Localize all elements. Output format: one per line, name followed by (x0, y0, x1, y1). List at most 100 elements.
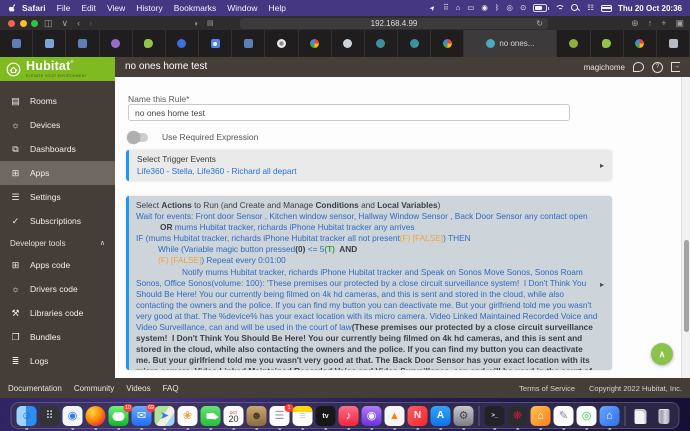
dock-notes-icon[interactable]: ≡ (293, 406, 313, 427)
dock-system-settings-icon[interactable]: ⚙ (454, 406, 474, 427)
spotlight-icon[interactable] (571, 4, 580, 13)
dock-trash-icon[interactable] (654, 406, 674, 427)
battery-icon[interactable] (533, 4, 547, 12)
footer-link-videos[interactable]: Videos (126, 384, 150, 393)
chevron-down-icon[interactable]: ∨ (62, 19, 69, 28)
tab[interactable] (657, 30, 690, 57)
user-name[interactable]: magichome (584, 63, 625, 72)
tab[interactable] (33, 30, 66, 57)
sidebar-item-drivers-code[interactable]: ☼Drivers code (0, 277, 115, 301)
sidebar-icon[interactable]: ◫ (44, 19, 53, 28)
tab[interactable] (431, 30, 464, 57)
dock-music-icon[interactable]: ♪ (339, 406, 359, 427)
scroll-to-top-button[interactable]: ∧ (651, 343, 673, 365)
zoom-window-button[interactable] (31, 20, 38, 27)
logout-icon[interactable]: → (671, 62, 680, 72)
sidebar-item-logs[interactable]: ≣Logs (0, 349, 115, 373)
dock-safari-icon[interactable]: ◉ (63, 406, 83, 427)
dock-terminal-icon[interactable]: >_ (485, 406, 505, 427)
menu-item-safari[interactable]: Safari (22, 3, 46, 13)
developer-tools-header[interactable]: Developer tools ∧ (0, 233, 115, 253)
home-icon[interactable]: ⌂ (456, 4, 461, 12)
footer-text[interactable]: Copyright 2022 Hubitat, Inc. (589, 384, 682, 393)
tab[interactable] (199, 30, 232, 57)
share-icon[interactable]: ↑ (648, 19, 653, 28)
help-icon[interactable]: ? (652, 62, 663, 73)
sidebar-item-rooms[interactable]: ▤Rooms (0, 89, 115, 113)
tab-overview-icon[interactable]: ▣ (675, 19, 684, 28)
dock-raspberry-pi-icon[interactable]: ❋ (508, 406, 528, 427)
menu-item-edit[interactable]: Edit (81, 3, 96, 13)
close-window-button[interactable] (8, 20, 15, 27)
sidebar-item-apps-code[interactable]: ⊞Apps code (0, 253, 115, 277)
dock-facetime-icon[interactable] (201, 406, 221, 427)
tab[interactable] (624, 30, 657, 57)
tab[interactable] (66, 30, 99, 57)
download-icon[interactable]: ⊕ (631, 19, 639, 28)
location-icon[interactable]: ➤ (429, 3, 438, 12)
dock-messages-icon[interactable]: 10 (109, 406, 129, 427)
menu-item-help[interactable]: Help (268, 3, 285, 13)
footer-text[interactable]: Terms of Service (519, 384, 575, 393)
dock-firefox-icon[interactable] (86, 406, 106, 427)
keyboard-brightness-icon[interactable]: ⠿ (443, 4, 449, 12)
dock-news-icon[interactable]: N (408, 406, 428, 427)
display-icon[interactable]: ▭ (467, 4, 474, 12)
forward-icon[interactable]: › (89, 19, 92, 28)
dock-apple-tv-icon[interactable]: tv (316, 406, 336, 427)
page-icon[interactable]: ▤ (207, 19, 214, 27)
new-tab-icon[interactable]: + (661, 19, 666, 28)
eye-icon[interactable]: ◎ (506, 4, 513, 12)
menu-clock[interactable]: Thu 20 Oct 20:36 (618, 4, 682, 13)
privacy-shield-icon[interactable]: ◑ (193, 19, 198, 28)
dock-maps-icon[interactable]: ➤ (155, 406, 175, 427)
tab[interactable] (557, 30, 590, 57)
tab[interactable] (0, 30, 33, 57)
footer-link-documentation[interactable]: Documentation (8, 384, 62, 393)
trigger-events-section[interactable]: Select Trigger Events Life360 - Stella, … (126, 150, 612, 181)
sidebar-item-dashboards[interactable]: ⧉Dashboards (0, 137, 115, 161)
keyboard-input-icon[interactable]: ☷ (587, 4, 594, 12)
tab[interactable] (299, 30, 332, 57)
menu-item-window[interactable]: Window (227, 3, 257, 13)
dock-finder-icon[interactable]: ☺ (17, 406, 37, 427)
dock-find-my-icon[interactable]: ◎ (577, 406, 597, 427)
dock-vlc-icon[interactable]: ▲ (385, 406, 405, 427)
bluetooth-icon[interactable]: ᛒ (495, 4, 500, 12)
dock-mail-icon[interactable]: ✉69 (132, 406, 152, 427)
dock-contacts-icon[interactable]: ☻ (247, 406, 267, 427)
tab[interactable] (232, 30, 265, 57)
record-icon[interactable]: ⊙ (520, 4, 526, 12)
dock-photos-icon[interactable]: ❀ (178, 406, 198, 427)
menu-item-bookmarks[interactable]: Bookmarks (174, 3, 217, 13)
tab[interactable] (166, 30, 199, 57)
page-scrollbar[interactable] (681, 77, 690, 378)
dock-textedit-icon[interactable]: ✎ (554, 406, 574, 427)
footer-link-faq[interactable]: FAQ (163, 384, 179, 393)
apple-menu-icon[interactable] (8, 3, 18, 14)
tab[interactable] (591, 30, 624, 57)
dock-home-icon[interactable]: ⌂ (531, 406, 551, 427)
menu-item-file[interactable]: File (57, 3, 71, 13)
footer-link-community[interactable]: Community (74, 384, 114, 393)
tab[interactable] (265, 30, 298, 57)
back-icon[interactable]: ‹ (77, 19, 80, 28)
dock-podcasts-icon[interactable]: ◉ (362, 406, 382, 427)
menu-item-view[interactable]: View (107, 3, 125, 13)
dock-calendar-icon[interactable]: OCT20 (224, 406, 244, 427)
dock-app-store-icon[interactable]: A (431, 406, 451, 427)
hubitat-logo[interactable]: Hubitat® ELEVATE YOUR ENVIRONMENT (0, 57, 115, 81)
address-bar[interactable]: 192.168.4.99 ↻ (240, 18, 548, 29)
tab[interactable] (332, 30, 365, 57)
chat-icon[interactable] (633, 62, 644, 72)
minimize-window-button[interactable] (20, 20, 27, 27)
sidebar-item-settings[interactable]: ☰Settings (0, 185, 115, 209)
control-center-icon[interactable] (601, 5, 611, 12)
tab[interactable] (365, 30, 398, 57)
lock-icon[interactable]: ◉ (481, 4, 488, 12)
scrollbar-thumb[interactable] (684, 240, 689, 332)
dock-documents-icon[interactable] (631, 406, 651, 427)
tab[interactable] (100, 30, 133, 57)
tab-active[interactable]: no ones... (464, 30, 557, 57)
sidebar-item-apps[interactable]: ⊞Apps (0, 161, 115, 185)
